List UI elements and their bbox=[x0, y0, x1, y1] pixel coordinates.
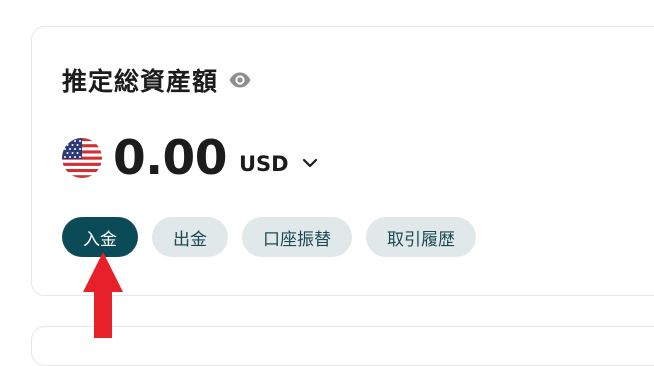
transfer-button[interactable]: 口座振替 bbox=[242, 217, 352, 257]
us-flag-icon bbox=[61, 137, 103, 179]
withdraw-button[interactable]: 出金 bbox=[152, 217, 228, 257]
balance-amount: 0.00 bbox=[113, 130, 227, 186]
history-button[interactable]: 取引履歴 bbox=[366, 217, 476, 257]
balance-row: 0.00 USD bbox=[61, 128, 319, 188]
currency-label[interactable]: USD bbox=[239, 152, 289, 176]
eye-icon[interactable] bbox=[228, 68, 252, 92]
next-card bbox=[31, 326, 654, 366]
page-title: 推定総資産額 bbox=[62, 67, 219, 96]
chevron-down-icon[interactable] bbox=[301, 154, 319, 172]
deposit-button[interactable]: 入金 bbox=[62, 217, 138, 257]
arrow-up-icon bbox=[83, 252, 123, 338]
action-buttons: 入金 出金 口座振替 取引履歴 bbox=[62, 217, 476, 257]
title-row: 推定総資産額 bbox=[62, 60, 252, 100]
